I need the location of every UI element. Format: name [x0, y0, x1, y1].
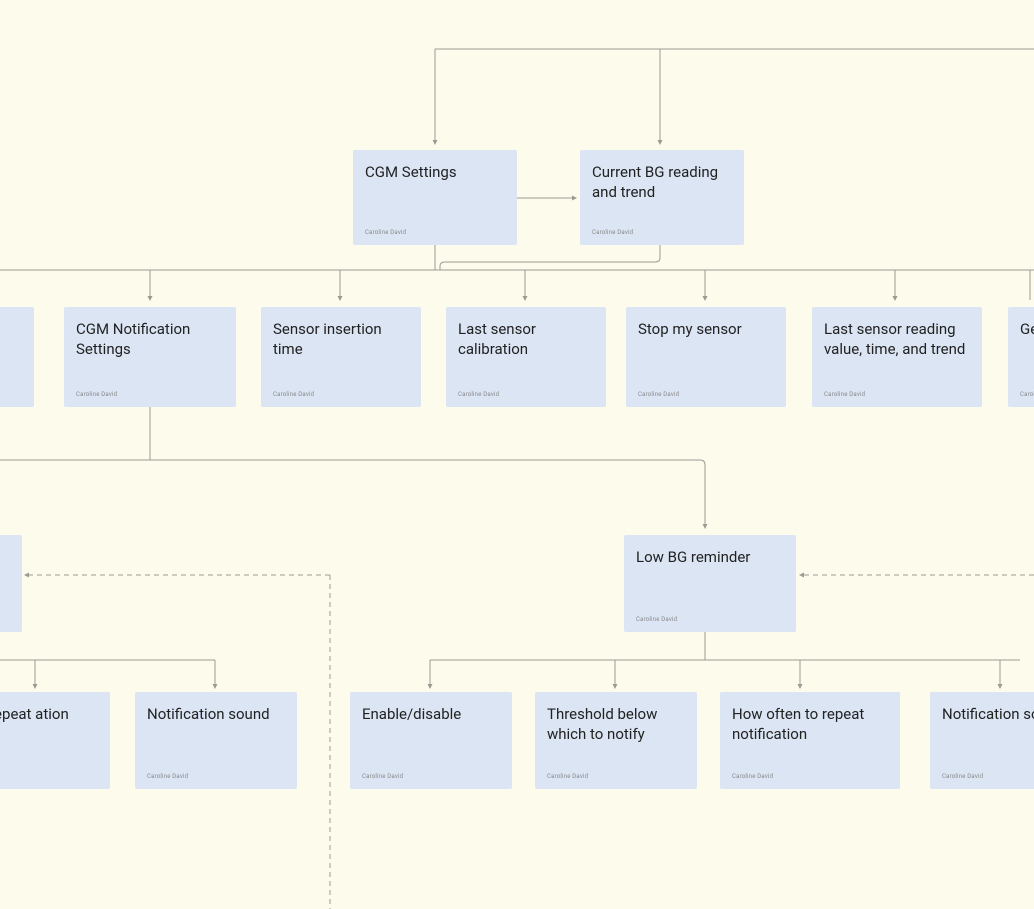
- node-title: How often to repeat notification: [732, 704, 888, 745]
- node-title: GM: [0, 319, 22, 339]
- node-author: Caroline David: [458, 391, 499, 399]
- node-enable-disable[interactable]: Enable/disable Caroline David: [350, 692, 512, 789]
- node-title: Notification soun: [942, 704, 1034, 724]
- node-title: Threshold below which to notify: [547, 704, 685, 745]
- node-title: Enable/disable: [362, 704, 500, 724]
- node-title: Stop my sensor: [638, 319, 774, 339]
- node-last-reading[interactable]: Last sensor reading value, time, and tre…: [812, 307, 982, 407]
- node-s-partial[interactable]: s Caroline David: [0, 535, 22, 632]
- node-notification-sound-a[interactable]: Notification sound Caroline David: [135, 692, 297, 789]
- node-author: Caroline David: [76, 391, 117, 399]
- node-author: Caroline David: [638, 391, 679, 399]
- node-title: ften to repeat ation: [0, 704, 98, 724]
- node-how-often[interactable]: How often to repeat notification Carolin…: [720, 692, 900, 789]
- node-author: Caroline David: [273, 391, 314, 399]
- node-low-bg[interactable]: Low BG reminder Caroline David: [624, 535, 796, 632]
- node-stop-sensor[interactable]: Stop my sensor Caroline David: [626, 307, 786, 407]
- node-author: Caroline David: [592, 229, 633, 237]
- node-gm-partial[interactable]: GM Caroline David: [0, 307, 34, 407]
- node-notification-sound-b[interactable]: Notification soun Caroline David: [930, 692, 1034, 789]
- node-author: Caroline David: [636, 616, 677, 624]
- node-title: Last sensor calibration: [458, 319, 594, 360]
- node-title: Sensor insertion time: [273, 319, 409, 360]
- node-cgm-notification-settings[interactable]: CGM Notification Settings Caroline David: [64, 307, 236, 407]
- node-author: Caroline David: [942, 773, 983, 781]
- node-author: Caroline David: [824, 391, 865, 399]
- node-title: CGM Notification Settings: [76, 319, 224, 360]
- node-author: Caroline David: [365, 229, 406, 237]
- node-sensor-insertion[interactable]: Sensor insertion time Caroline David: [261, 307, 421, 407]
- node-title: Notification sound: [147, 704, 285, 724]
- node-title: Last sensor reading value, time, and tre…: [824, 319, 970, 360]
- node-title: s: [0, 547, 10, 567]
- node-author: Caroline David: [547, 773, 588, 781]
- node-threshold[interactable]: Threshold below which to notify Caroline…: [535, 692, 697, 789]
- node-current-bg[interactable]: Current BG reading and trend Caroline Da…: [580, 150, 744, 245]
- node-cgm-settings[interactable]: CGM Settings Caroline David: [353, 150, 517, 245]
- node-title: Low BG reminder: [636, 547, 784, 567]
- node-title: Current BG reading and trend: [592, 162, 732, 203]
- node-title: CGM Settings: [365, 162, 505, 182]
- node-get-dex-partial[interactable]: Get Dex Caroline David: [1008, 307, 1034, 407]
- node-author: Caroline David: [732, 773, 773, 781]
- node-author: Caroline David: [147, 773, 188, 781]
- node-last-calibration[interactable]: Last sensor calibration Caroline David: [446, 307, 606, 407]
- node-author: Caroline David: [1020, 391, 1034, 399]
- node-ften-repeat-partial[interactable]: ften to repeat ation Caroline David: [0, 692, 110, 789]
- node-title: Get Dex: [1020, 319, 1034, 339]
- node-author: Caroline David: [362, 773, 403, 781]
